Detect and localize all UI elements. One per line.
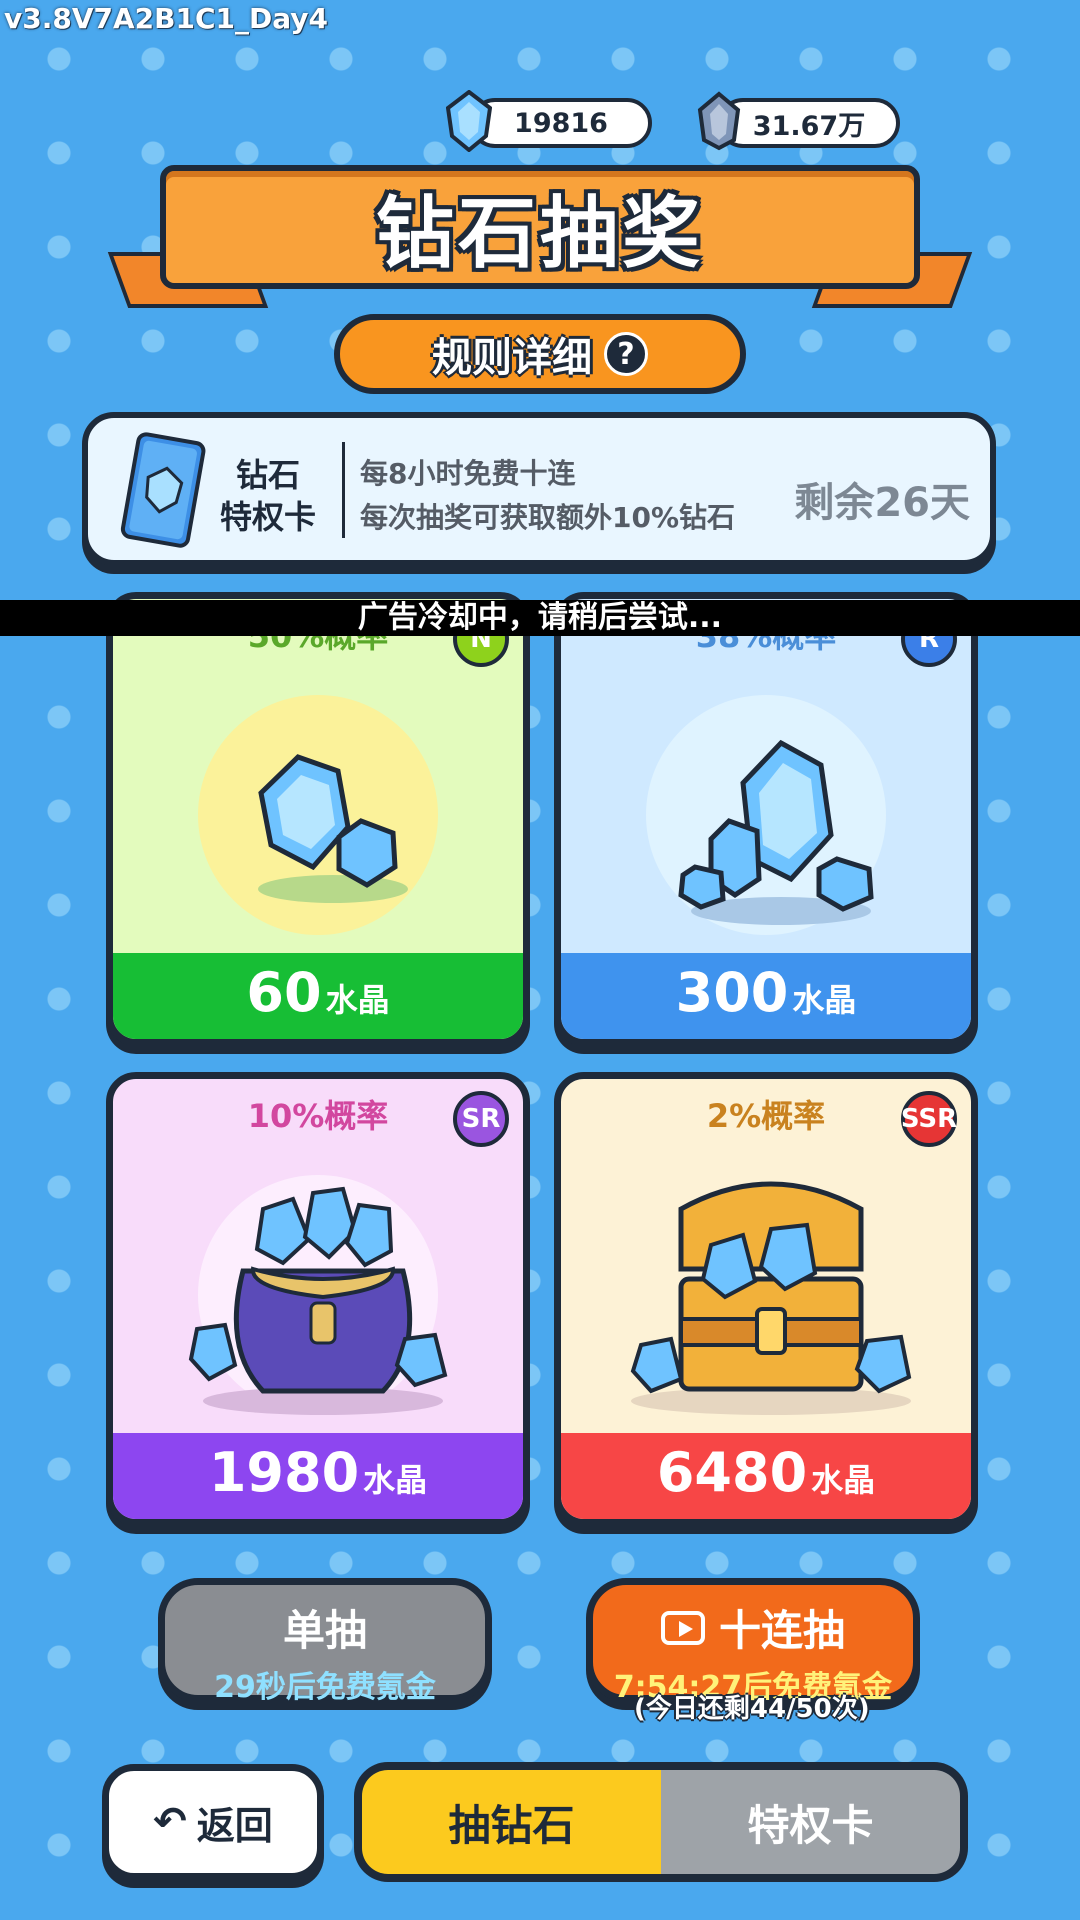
card-unit: 水晶 [325, 981, 390, 1019]
back-button-label: 返回 [196, 1803, 273, 1848]
rules-detail-label: 规则详细 [432, 335, 592, 381]
crystal-count: 31.67万 [752, 110, 866, 142]
privilege-desc-line2: 每次抽奖可获取额外10%钻石 [360, 501, 736, 534]
treasure-chest-icon [630, 1181, 912, 1415]
card-unit: 水晶 [811, 1461, 876, 1499]
card-reward-bar: 300 水晶 [561, 953, 971, 1039]
privilege-title-line2: 特权卡 [219, 498, 316, 536]
reward-card-ssr: 2%概率 SSR 6480 水晶 [554, 1072, 978, 1526]
single-draw-label: 单抽 [282, 1606, 367, 1655]
single-draw-timer: 29秒后免费氪金 [214, 1670, 436, 1705]
reward-card-sr: 10%概率 SR 1980 水晶 [106, 1072, 530, 1526]
card-amount: 300 [675, 961, 789, 1024]
privilege-title-line1: 钻石 [235, 456, 300, 494]
small-crystal-icon [258, 754, 408, 903]
privilege-card-title: 钻石 特权卡 [218, 454, 318, 538]
back-arrow-icon: ↶ [153, 1799, 187, 1845]
card-reward-bar: 60 水晶 [113, 953, 523, 1039]
reward-card-n: 50%概率 N 60 水晶 [106, 592, 530, 1046]
gem-balance: 19816 [470, 98, 652, 148]
daily-remaining-count: (今日还剩44/50次) [634, 1694, 870, 1724]
privilege-description: 每8小时免费十连 每次抽奖可获取额外10%钻石 [360, 452, 735, 540]
crystal-cluster-icon [697, 91, 741, 151]
tab-privilege-card[interactable]: 特权卡 [661, 1770, 960, 1874]
ad-cooldown-toast: 广告冷却中，请稍后尝试... [0, 600, 1080, 636]
question-icon: ? [604, 332, 648, 376]
blue-gem-icon [446, 90, 492, 152]
card-amount: 60 [246, 961, 322, 1024]
privilege-desc-line1: 每8小时免费十连 [360, 457, 576, 490]
title-banner: 钻石抽奖 [160, 165, 920, 289]
privilege-card-icon [120, 432, 206, 548]
page-title: 钻石抽奖 [375, 189, 704, 279]
video-icon [660, 1610, 705, 1645]
card-unit: 水晶 [363, 1461, 428, 1499]
version-label: v3.8V7A2B1C1_Day4 [4, 2, 329, 35]
crystal-bag-icon [188, 1186, 448, 1415]
bottom-tab-bar: 抽钻石 特权卡 [354, 1762, 968, 1882]
rules-detail-button[interactable]: 规则详细 ? [334, 314, 746, 394]
ten-draw-label-row: 十连抽 [593, 1597, 913, 1658]
card-amount: 1980 [208, 1441, 360, 1504]
rarity-badge: SR [453, 1091, 509, 1147]
card-unit: 水晶 [792, 981, 857, 1019]
privilege-remaining-days: 剩余26天 [794, 480, 970, 526]
medium-crystal-icon [678, 739, 874, 925]
reward-card-r: 38%概率 R 300 水晶 [554, 592, 978, 1046]
rarity-badge: SSR [901, 1091, 957, 1147]
tab-draw-diamond[interactable]: 抽钻石 [362, 1770, 661, 1874]
privilege-divider [342, 442, 345, 538]
ten-draw-label: 十连抽 [718, 1606, 845, 1655]
ten-draw-button[interactable]: 十连抽 7:54:27后免费氪金 [586, 1578, 920, 1705]
privilege-card-panel[interactable]: 钻石 特权卡 每8小时免费十连 每次抽奖可获取额外10%钻石 剩余26天 [82, 412, 996, 566]
card-amount: 6480 [656, 1441, 808, 1504]
gem-count: 19816 [514, 107, 608, 139]
single-draw-button[interactable]: 单抽 29秒后免费氪金 [158, 1578, 492, 1705]
back-button[interactable]: ↶ 返回 [102, 1764, 324, 1880]
card-reward-bar: 6480 水晶 [561, 1433, 971, 1519]
crystal-balance: 31.67万 [718, 98, 900, 148]
card-reward-bar: 1980 水晶 [113, 1433, 523, 1519]
